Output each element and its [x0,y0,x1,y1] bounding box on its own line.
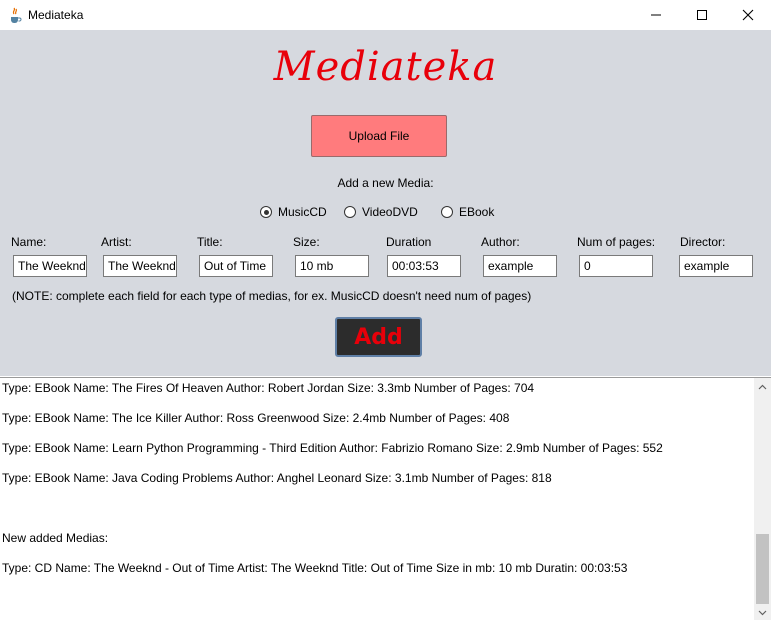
author-input[interactable]: example [483,255,557,277]
author-label: Author: [481,235,520,249]
output-line: Type: EBook Name: The Fires Of Heaven Au… [2,381,535,395]
size-label: Size: [293,235,320,249]
app-logo: Mediateka [273,44,498,90]
window-title: Mediateka [28,8,84,22]
num-pages-input[interactable]: 0 [579,255,653,277]
java-icon [8,7,22,23]
note-text: (NOTE: complete each field for each type… [12,289,532,303]
output-line: Type: CD Name: The Weeknd - Out of Time … [2,561,628,575]
radio-unselected-icon[interactable] [441,206,453,218]
add-media-label: Add a new Media: [337,176,434,190]
scroll-up-arrow-icon[interactable] [754,378,771,395]
duration-input[interactable]: 00:03:53 [387,255,461,277]
minimize-icon [651,14,661,16]
output-line: Type: EBook Name: Learn Python Programmi… [2,441,663,455]
artist-label: Artist: [101,235,132,249]
duration-label: Duration [386,235,432,249]
artist-input[interactable]: The Weeknd [103,255,177,277]
scrollbar-thumb[interactable] [756,534,769,604]
num-pages-label: Num of pages: [577,235,656,249]
title-input[interactable]: Out of Time [199,255,273,277]
output-line: Type: EBook Name: The Ice Killer Author:… [2,411,510,425]
size-input[interactable]: 10 mb [295,255,369,277]
close-icon [742,9,754,21]
director-input[interactable]: example [679,255,753,277]
output-line: New added Medias: [2,531,109,545]
maximize-icon [697,10,707,20]
radio-unselected-icon[interactable] [344,206,356,218]
output-textarea[interactable]: Type: EBook Name: The Fires Of Heaven Au… [0,377,771,620]
director-label: Director: [680,235,726,249]
radio-label: MusicCD [278,205,327,219]
radio-selected-icon[interactable] [260,206,272,218]
add-button[interactable]: Add [335,317,422,357]
title-bar: Mediateka [0,0,771,30]
upload-file-button[interactable]: Upload File [311,115,447,157]
vertical-scrollbar[interactable] [754,378,771,620]
radio-label: EBook [459,205,495,219]
name-label: Name: [11,235,47,249]
minimize-button[interactable] [633,0,679,30]
radio-videodvd[interactable]: VideoDVD [344,205,418,219]
radio-label: VideoDVD [362,205,418,219]
scroll-down-arrow-icon[interactable] [754,604,771,620]
name-input[interactable]: The Weeknd [13,255,87,277]
radio-musiccd[interactable]: MusicCD [260,205,327,219]
close-button[interactable] [725,0,771,30]
maximize-button[interactable] [679,0,725,30]
radio-ebook[interactable]: EBook [441,205,494,219]
output-line: Type: EBook Name: Java Coding Problems A… [2,471,552,485]
title-label: Title: [197,235,223,249]
